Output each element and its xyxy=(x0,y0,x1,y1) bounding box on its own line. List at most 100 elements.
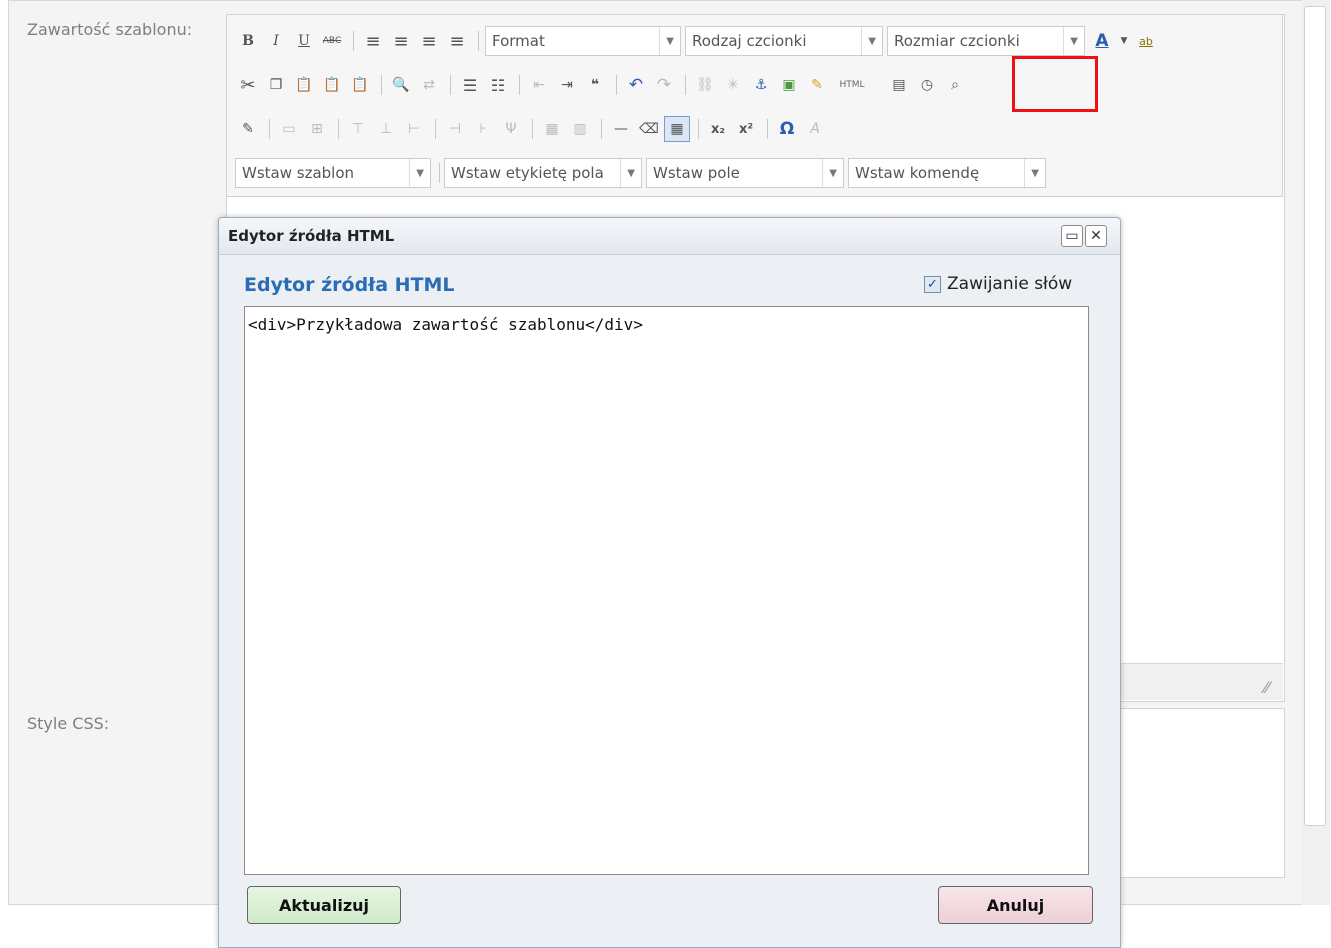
toolbar-separator xyxy=(450,75,451,95)
html-source-button[interactable]: HTML xyxy=(832,72,872,98)
bold-icon[interactable]: B xyxy=(235,28,261,54)
insert-row-after-icon[interactable]: ⊥ xyxy=(373,116,399,142)
template-icon[interactable]: ▤ xyxy=(886,72,912,98)
align-justify-icon[interactable]: ≡ xyxy=(444,28,470,54)
insert-row-before-icon[interactable]: ⊤ xyxy=(345,116,371,142)
toolbar-separator xyxy=(435,119,436,139)
insert-field-select[interactable]: Wstaw pole ▼ xyxy=(646,158,844,188)
insert-field-label-select[interactable]: Wstaw etykietę pola ▼ xyxy=(444,158,642,188)
anchor-icon[interactable]: ⚓ xyxy=(748,72,774,98)
chevron-down-icon: ▼ xyxy=(659,27,674,55)
toolbar-separator xyxy=(381,75,382,95)
remove-format-icon[interactable]: A xyxy=(802,116,828,142)
css-textarea[interactable] xyxy=(1120,708,1285,878)
split-cells-icon[interactable]: ▦ xyxy=(539,116,565,142)
unlink-icon[interactable]: ✳ xyxy=(720,72,746,98)
dialog-heading: Edytor źródła HTML xyxy=(244,274,455,296)
link-icon[interactable]: ⛓ xyxy=(692,72,718,98)
toolbar-separator xyxy=(767,119,768,139)
cancel-button[interactable]: Anuluj xyxy=(938,886,1093,924)
word-wrap-label: Zawijanie słów xyxy=(947,274,1073,294)
italic-icon[interactable]: I xyxy=(263,28,289,54)
font-size-select[interactable]: Rozmiar czcionki ▼ xyxy=(887,26,1085,56)
align-right-icon[interactable]: ≡ xyxy=(416,28,442,54)
merge-cells-icon[interactable]: ▥ xyxy=(567,116,593,142)
insert-field-value: Wstaw pole xyxy=(653,164,740,182)
font-size-select-value: Rozmiar czcionki xyxy=(894,32,1020,50)
table-icon[interactable]: ▦ xyxy=(664,116,690,142)
word-wrap-option[interactable]: ✓ Zawijanie słów xyxy=(924,274,1072,294)
chevron-down-icon: ▼ xyxy=(1063,27,1078,55)
chevron-down-icon: ▼ xyxy=(861,27,876,55)
resize-handle-icon[interactable]: ⁄⁄ xyxy=(1264,678,1269,697)
undo-icon[interactable]: ↶ xyxy=(623,72,649,98)
delete-col-icon[interactable]: Ψ xyxy=(498,116,524,142)
toolbar-separator xyxy=(616,75,617,95)
align-left-icon[interactable]: ≡ xyxy=(360,28,386,54)
insert-template-value: Wstaw szablon xyxy=(242,164,355,182)
html-button-highlight xyxy=(1012,56,1098,112)
insert-col-before-icon[interactable]: ⊣ xyxy=(442,116,468,142)
replace-icon[interactable]: ⇄ xyxy=(416,72,442,98)
toolbar-row-1: B I U ABC ≡ ≡ ≡ ≡ Format ▼ Rodzaj czcion… xyxy=(235,25,1161,57)
dialog-titlebar[interactable]: Edytor źródła HTML ▭ ✕ xyxy=(219,218,1120,255)
omega-icon[interactable]: Ω xyxy=(774,116,800,142)
word-wrap-checkbox[interactable]: ✓ xyxy=(924,275,941,293)
paste-word-icon[interactable]: 📋 xyxy=(347,72,373,98)
chevron-down-icon: ▼ xyxy=(620,159,635,187)
insert-command-value: Wstaw komendę xyxy=(855,164,980,182)
delete-row-icon[interactable]: ⊢ xyxy=(401,116,427,142)
cut-icon[interactable]: ✂ xyxy=(235,72,261,98)
maximize-icon[interactable]: ▭ xyxy=(1061,225,1083,247)
scrollbar-thumb[interactable] xyxy=(1304,6,1326,826)
strikethrough-icon[interactable]: ABC xyxy=(319,28,345,54)
numbered-list-icon[interactable]: ☷ xyxy=(485,72,511,98)
html-source-textarea[interactable]: <div>Przykładowa zawartość szablonu</div… xyxy=(244,306,1089,875)
format-select[interactable]: Format ▼ xyxy=(485,26,681,56)
insert-field-label-value: Wstaw etykietę pola xyxy=(451,164,604,182)
copy-icon[interactable]: ❐ xyxy=(263,72,289,98)
css-label: Style CSS: xyxy=(27,714,110,733)
insert-command-select[interactable]: Wstaw komendę ▼ xyxy=(848,158,1046,188)
html-source-dialog: Edytor źródła HTML ▭ ✕ Edytor źródła HTM… xyxy=(218,217,1121,948)
find-icon[interactable]: 🔍 xyxy=(388,72,414,98)
insert-template-select[interactable]: Wstaw szablon ▼ xyxy=(235,158,431,188)
chevron-down-icon: ▼ xyxy=(822,159,837,187)
preview-icon[interactable]: ⌕ xyxy=(942,72,968,98)
toolbar-row-3: ✎ ▭ ⊞ ⊤ ⊥ ⊢ ⊣ ⊦ Ψ ▦ ▥ — ⌫ ▦ x₂ x² Ω A xyxy=(235,113,830,145)
chevron-down-icon: ▼ xyxy=(1024,159,1039,187)
paste-icon[interactable]: 📋 xyxy=(291,72,317,98)
table-row-icon[interactable]: ▭ xyxy=(276,116,302,142)
blockquote-icon[interactable]: ❝ xyxy=(582,72,608,98)
toolbar-separator xyxy=(338,119,339,139)
outdent-icon[interactable]: ⇤ xyxy=(526,72,552,98)
indent-icon[interactable]: ⇥ xyxy=(554,72,580,98)
insert-col-after-icon[interactable]: ⊦ xyxy=(470,116,496,142)
superscript-icon[interactable]: x² xyxy=(733,116,759,142)
align-center-icon[interactable]: ≡ xyxy=(388,28,414,54)
font-family-select[interactable]: Rodzaj czcionki ▼ xyxy=(685,26,883,56)
underline-icon[interactable]: U xyxy=(291,28,317,54)
horizontal-rule-icon[interactable]: — xyxy=(608,116,634,142)
highlight-icon[interactable]: ab xyxy=(1133,28,1159,54)
edit-icon[interactable]: ✎ xyxy=(235,116,261,142)
text-color-dropdown-icon[interactable]: ▼ xyxy=(1117,28,1131,54)
toolbar-separator xyxy=(698,119,699,139)
table-cell-icon[interactable]: ⊞ xyxy=(304,116,330,142)
toolbar-separator xyxy=(519,75,520,95)
toolbar-row-4: Wstaw szablon ▼ Wstaw etykietę pola ▼ Ws… xyxy=(235,157,1050,189)
editor-toolbar: B I U ABC ≡ ≡ ≡ ≡ Format ▼ Rodzaj czcion… xyxy=(226,14,1283,197)
toolbar-row-2: ✂ ❐ 📋 📋 📋 🔍 ⇄ ☰ ☷ ⇤ ⇥ ❝ ↶ ↷ ⛓ ✳ ⚓ ▣ ✎ HT… xyxy=(235,69,970,101)
eraser-icon[interactable]: ⌫ xyxy=(636,116,662,142)
redo-icon[interactable]: ↷ xyxy=(651,72,677,98)
cleanup-icon[interactable]: ✎ xyxy=(804,72,830,98)
toolbar-separator xyxy=(685,75,686,95)
bullet-list-icon[interactable]: ☰ xyxy=(457,72,483,98)
close-icon[interactable]: ✕ xyxy=(1085,225,1107,247)
update-button[interactable]: Aktualizuj xyxy=(247,886,401,924)
image-icon[interactable]: ▣ xyxy=(776,72,802,98)
paste-text-icon[interactable]: 📋 xyxy=(319,72,345,98)
text-color-icon[interactable]: A xyxy=(1089,28,1115,54)
subscript-icon[interactable]: x₂ xyxy=(705,116,731,142)
clock-icon[interactable]: ◷ xyxy=(914,72,940,98)
